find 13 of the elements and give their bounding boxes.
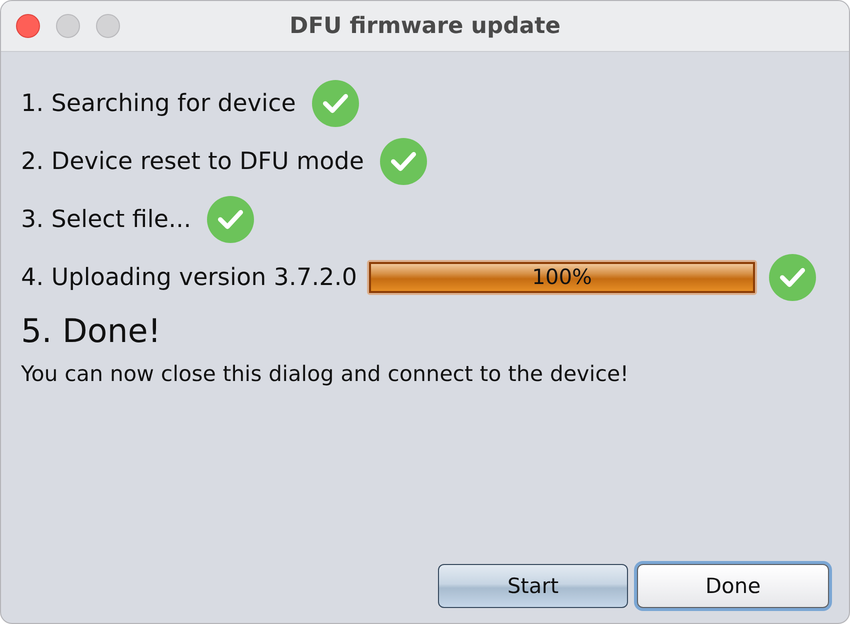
- minimize-window-button[interactable]: [56, 14, 80, 38]
- step-label: 1. Searching for device: [21, 89, 296, 117]
- step-label: 3. Select file...: [21, 205, 192, 233]
- result-message: You can now close this dialog and connect to the device!: [21, 362, 629, 387]
- result-heading: 5. Done!: [21, 312, 161, 350]
- close-window-button[interactable]: [16, 14, 40, 38]
- progress-reading: 100%: [532, 265, 592, 289]
- dialog-button[interactable]: Start: [438, 564, 628, 608]
- zoom-window-button[interactable]: [96, 14, 120, 38]
- step-label: 2. Device reset to DFU mode: [21, 147, 364, 175]
- window-title: DFU firmware update: [290, 13, 560, 39]
- dialog-button[interactable]: Done: [637, 564, 829, 608]
- step-label: 4. Uploading version 3.7.2.0: [21, 263, 357, 291]
